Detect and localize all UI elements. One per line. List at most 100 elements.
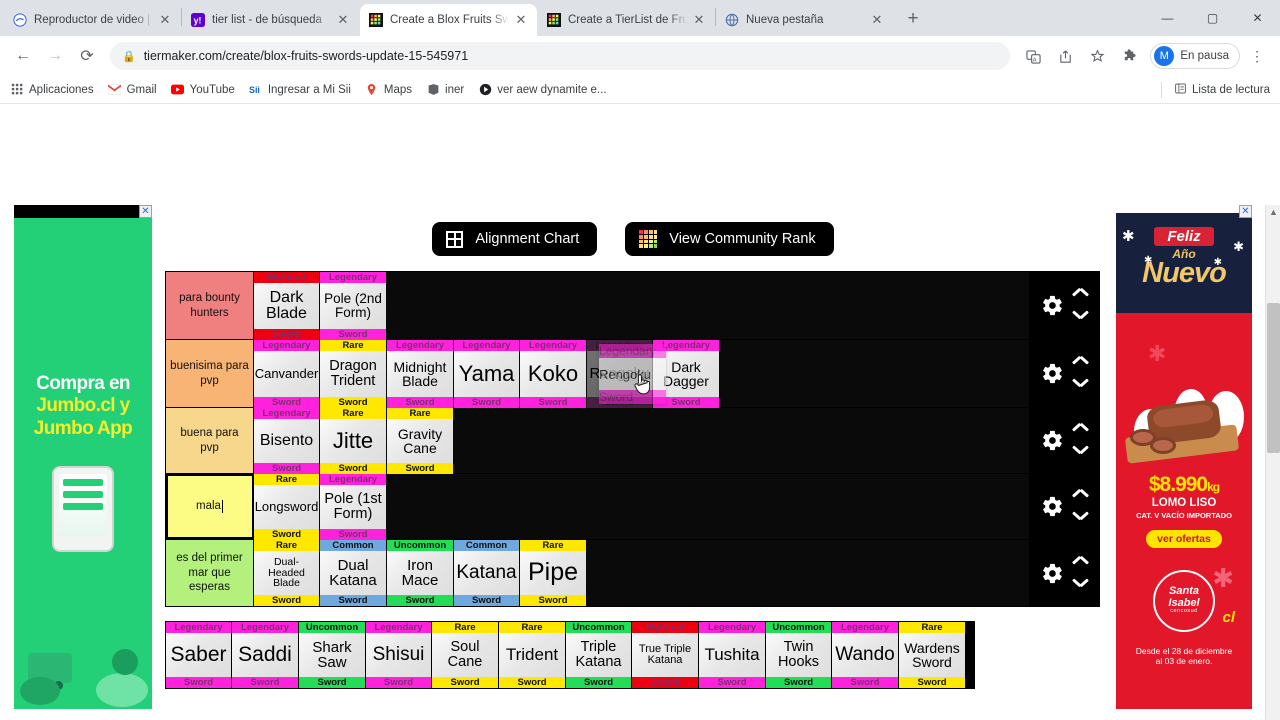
tier-item-card[interactable]: Rare Gravity Cane Sword	[387, 408, 454, 474]
browser-tab-0[interactable]: Reproductor de video | Disney+ ✕	[4, 4, 181, 36]
tier-label-4[interactable]: es del primer mar que esperas	[166, 540, 254, 606]
tier-item-card[interactable]: Mythical True Triple Katana Sword	[632, 622, 699, 688]
translate-icon[interactable]: A	[1018, 41, 1048, 71]
disney-plus-icon	[12, 13, 27, 28]
reading-list-button[interactable]: Lista de lectura	[1174, 82, 1270, 98]
bookmark-item-3[interactable]: Sii Ingresar a Mi Sii	[249, 83, 351, 97]
ad-close-icon-right[interactable]: ✕	[1239, 205, 1252, 218]
view-community-rank-button[interactable]: View Community Rank	[625, 222, 834, 256]
tier-item-card[interactable]: Rare Longsword Sword	[254, 474, 320, 540]
tier-dropzone-2[interactable]: Legendary Bisento Sword Rare Jitte Sword Rare G…	[254, 408, 1029, 474]
gear-icon[interactable]	[1041, 429, 1064, 452]
gear-icon[interactable]	[1041, 294, 1064, 317]
tier-item-card[interactable]: Rare Jitte Sword	[320, 408, 387, 474]
gear-icon[interactable]	[1041, 495, 1064, 518]
browser-tab-2[interactable]: Create a Blox Fruits Swords (upd ✕	[360, 4, 537, 36]
new-tab-button[interactable]: +	[899, 6, 927, 34]
tier-label-0[interactable]: para bounty hunters	[166, 272, 254, 339]
chevron-down-icon[interactable]	[1073, 309, 1088, 318]
tier-dropzone-4[interactable]: Rare Dual-Headed Blade Sword Common Dual Kat…	[254, 540, 1029, 606]
tier-item-card[interactable]: Legendary Pole (2nd Form) Sword	[320, 272, 387, 340]
tier-item-card[interactable]: Mythical Dark Blade Sword	[254, 272, 320, 340]
item-type-label: Sword	[566, 677, 631, 688]
tier-item-card[interactable]: Legendary Saber Sword	[166, 622, 232, 688]
chevron-up-icon[interactable]	[1073, 361, 1088, 370]
minimize-button[interactable]: —	[1145, 2, 1190, 34]
tier-item-card[interactable]: Legendary Yama Sword	[454, 340, 520, 408]
tier-dropzone-1[interactable]: Legendary Canvander Sword Rare Dragon Triden…	[254, 340, 1029, 408]
ad-cta-button[interactable]: ver ofertas	[1146, 529, 1222, 548]
tier-item-card[interactable]: Legendary Koko Sword	[520, 340, 587, 408]
back-button[interactable]: ←	[8, 41, 38, 71]
tier-dropzone-0[interactable]: Mythical Dark Blade Sword Legendary Pole (2n…	[254, 272, 1029, 340]
tier-item-card[interactable]: Common Dual Katana Sword	[320, 540, 387, 606]
chevron-down-icon[interactable]	[1073, 577, 1088, 586]
chevron-up-icon[interactable]	[1073, 561, 1088, 570]
tier-item-card[interactable]: Legendary Midnight Blade Sword	[387, 340, 454, 408]
close-window-button[interactable]: ✕	[1235, 2, 1280, 34]
chevron-up-icon[interactable]	[1073, 428, 1088, 437]
tier-item-card[interactable]: Legendary Dark Dagger Sword	[653, 340, 720, 408]
tab-close-icon[interactable]: ✕	[157, 12, 173, 28]
tier-item-card[interactable]: Uncommon Twin Hooks Sword	[766, 622, 832, 688]
tier-label-2[interactable]: buena para pvp	[166, 408, 254, 473]
bookmark-item-6[interactable]: ver aew dynamite e...	[478, 83, 607, 97]
advertisement-left[interactable]: ✕ Compra en Jumbo.cl y Jumbo App	[14, 205, 152, 709]
tier-item-card[interactable]: Common Katana Sword	[454, 540, 520, 606]
address-bar[interactable]: 🔒 tiermaker.com/create/blox-fruits-sword…	[110, 42, 1011, 70]
gear-icon[interactable]	[1041, 562, 1064, 585]
tier-item-card[interactable]: Legendary Wando Sword	[832, 622, 899, 688]
chevron-down-icon[interactable]	[1073, 444, 1088, 453]
kebab-menu-icon[interactable]: ⋮	[1242, 41, 1272, 71]
page-scrollbar[interactable]: ▲	[1265, 205, 1280, 720]
tab-close-icon[interactable]: ✕	[335, 12, 351, 28]
share-icon[interactable]	[1050, 41, 1080, 71]
tier-item-card[interactable]: Rare Soul Cane Sword	[432, 622, 499, 688]
browser-tab-4[interactable]: Nueva pestaña ✕	[716, 4, 893, 36]
tier-item-card[interactable]: Legendary Saddi Sword	[232, 622, 299, 688]
tier-label-1[interactable]: buenisima para pvp	[166, 340, 254, 407]
gear-icon[interactable]	[1041, 362, 1064, 385]
grid-2x2-icon	[446, 230, 464, 248]
scroll-up-icon[interactable]: ▲	[1269, 207, 1278, 217]
chevron-down-icon[interactable]	[1073, 510, 1088, 519]
tier-item-card[interactable]: Uncommon Shark Saw Sword	[299, 622, 366, 688]
tier-item-card[interactable]: Uncommon Iron Mace Sword	[387, 540, 454, 606]
tab-close-icon[interactable]: ✕	[691, 12, 707, 28]
reload-button[interactable]: ⟳	[72, 41, 102, 71]
tier-item-card[interactable]: Legendary Pole (1st Form) Sword	[320, 474, 387, 540]
forward-button[interactable]: →	[40, 41, 70, 71]
tier-item-card[interactable]: Legendary Bisento Sword	[254, 408, 320, 474]
bookmark-item-2[interactable]: YouTube	[171, 83, 235, 97]
alignment-chart-button[interactable]: Alignment Chart	[432, 222, 598, 256]
extensions-puzzle-icon[interactable]	[1114, 41, 1144, 71]
tab-close-icon[interactable]: ✕	[869, 12, 885, 28]
tier-item-card[interactable]: Rare Wardens Sword Sword	[899, 622, 966, 688]
maximize-button[interactable]: ▢	[1190, 2, 1235, 34]
tier-item-card[interactable]: Rare Pipe Sword	[520, 540, 587, 606]
tier-item-card[interactable]: Uncommon Triple Katana Sword	[566, 622, 632, 688]
bookmark-item-1[interactable]: Gmail	[108, 83, 157, 97]
tier-item-card[interactable]: Rare Trident Sword	[499, 622, 566, 688]
bookmark-star-icon[interactable]	[1082, 41, 1112, 71]
bookmark-item-4[interactable]: Maps	[365, 83, 412, 97]
tier-item-card[interactable]: Legendary Shisui Sword	[366, 622, 432, 688]
chevron-down-icon[interactable]	[1073, 377, 1088, 386]
tier-item-card[interactable]: Legendary Canvander Sword	[254, 340, 320, 408]
advertisement-right[interactable]: ✕ ✱ ✱ ✱ ✱ Feliz Año Nuevo ✱ $8.990kg LOM…	[1116, 205, 1252, 709]
chevron-up-icon[interactable]	[1073, 293, 1088, 302]
tier-item-card[interactable]: Rare Dragon Trident Sword	[320, 340, 387, 408]
tab-close-icon[interactable]: ✕	[513, 12, 529, 28]
profile-chip[interactable]: M En pausa	[1150, 43, 1240, 69]
tier-dropzone-3[interactable]: Rare Longsword Sword Legendary Pole (1st For…	[254, 474, 1029, 540]
tier-item-card[interactable]: Legendary Tushita Sword	[699, 622, 766, 688]
bookmark-item-0[interactable]: Aplicaciones	[10, 83, 94, 97]
chevron-up-icon[interactable]	[1073, 494, 1088, 503]
browser-tab-3[interactable]: Create a TierList de Frutas (Blox F ✕	[538, 4, 715, 36]
ad-close-icon-left[interactable]: ✕	[139, 205, 152, 218]
tier-label-3[interactable]: mala	[166, 474, 254, 539]
browser-tab-1[interactable]: y! tier list - de búsqueda ✕	[182, 4, 359, 36]
bookmark-item-5[interactable]: iner	[426, 83, 464, 97]
tier-item-card[interactable]: Rare Dual-Headed Blade Sword	[254, 540, 320, 606]
scrollbar-thumb[interactable]	[1267, 303, 1280, 453]
